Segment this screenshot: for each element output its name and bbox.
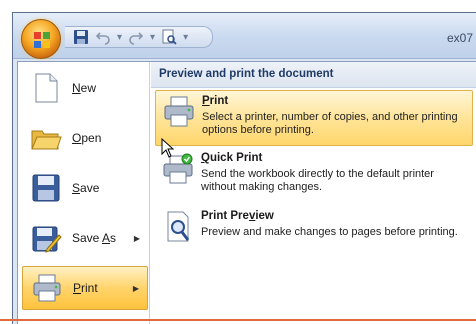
menu-item-print[interactable]: Print ▶ — [22, 266, 148, 310]
printer-icon — [164, 96, 194, 127]
menu-item-save-as[interactable]: Save As ▶ — [22, 216, 148, 260]
menu-item-save[interactable]: Save — [22, 166, 148, 210]
print-preview-option[interactable]: Print Preview Preview and make changes t… — [155, 206, 473, 262]
print-submenu: Preview and print the document Print Sel… — [151, 62, 476, 324]
save-as-icon — [32, 226, 62, 253]
option-description: Select a printer, number of copies, and … — [202, 111, 458, 136]
customize-icon[interactable]: ▾ — [183, 32, 188, 43]
redo-dropdown-icon[interactable]: ▾ — [150, 32, 155, 43]
submenu-arrow-icon: ▶ — [133, 233, 140, 243]
menu-item-label: Open — [72, 131, 102, 145]
office-logo-icon — [34, 32, 50, 48]
option-title: Print Preview — [201, 210, 274, 222]
option-description: Preview and make changes to pages before… — [201, 226, 458, 238]
undo-icon[interactable] — [95, 29, 111, 45]
quick-access-toolbar: ▾ ▾ ▾ — [65, 26, 213, 48]
print-preview-icon[interactable] — [161, 29, 177, 45]
menu-item-label: Print — [73, 281, 98, 295]
undo-dropdown-icon[interactable]: ▾ — [117, 32, 122, 43]
menu-item-new[interactable]: New — [22, 66, 148, 110]
printer-icon — [33, 274, 61, 302]
accent-divider — [0, 319, 476, 321]
new-document-icon — [35, 73, 58, 103]
open-folder-icon — [31, 130, 62, 150]
excel-window: ▾ ▾ ▾ ex07 New Open Save Save As ▶ Print… — [12, 12, 476, 324]
print-option[interactable]: Print Select a printer, number of copies… — [155, 90, 473, 146]
title-bar: ▾ ▾ ▾ ex07 — [13, 13, 476, 59]
option-title: Quick Print — [201, 152, 263, 164]
mouse-cursor-icon — [161, 138, 175, 158]
menu-command-list: New Open Save Save As ▶ Print ▶ — [18, 62, 150, 324]
quick-print-option[interactable]: Quick Print Send the workbook directly t… — [155, 148, 473, 204]
redo-icon[interactable] — [128, 29, 144, 45]
office-button[interactable] — [21, 19, 61, 59]
menu-item-label: Save As — [72, 231, 117, 245]
print-preview-icon — [167, 211, 190, 242]
menu-item-label: Save — [72, 181, 100, 195]
submenu-header: Preview and print the document — [151, 62, 476, 88]
save-disk-icon — [32, 174, 60, 202]
menu-item-label: New — [72, 81, 97, 95]
office-menu: New Open Save Save As ▶ Print ▶ Preview … — [17, 61, 476, 324]
option-description: Send the workbook directly to the defaul… — [201, 168, 434, 193]
save-icon[interactable] — [73, 29, 89, 45]
window-title: ex07 — [446, 31, 473, 45]
option-title: Print — [202, 95, 229, 107]
menu-item-open[interactable]: Open — [22, 116, 148, 160]
submenu-arrow-icon: ▶ — [132, 283, 139, 293]
